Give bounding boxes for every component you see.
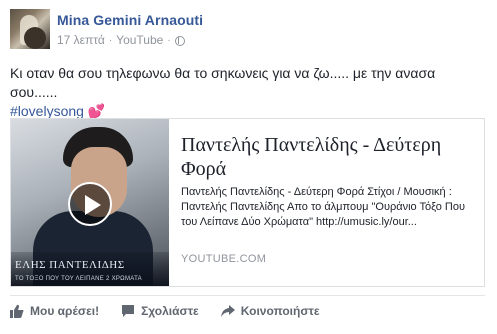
divider	[10, 295, 485, 296]
card-description: Παντελής Παντελίδης - Δεύτερη Φορά Στίχο…	[181, 186, 466, 228]
comment-button[interactable]: Σχολιάστε	[121, 304, 199, 318]
card-title[interactable]: Παντελής Παντελίδης - Δεύτερη Φορά	[181, 133, 471, 181]
share-icon	[220, 304, 235, 318]
post-text: Κι οταν θα σου τηλεφωνω θα το σηκωνεις γ…	[10, 64, 480, 121]
heart-emoji: 💕	[87, 103, 106, 119]
post-time[interactable]: 17 λεπτά	[57, 33, 105, 47]
card-domain: YOUTUBE.COM	[181, 253, 267, 265]
thumbnail-subcaption: ΤΟ ΤΟΞΟ ΠΟΥ ΤΟΥ ΛΕΙΠΑΝΕ 2 ΧΡΩΜΑΤΑ	[15, 276, 142, 282]
author-avatar[interactable]	[10, 9, 50, 49]
share-label: Κοινοποιήστε	[240, 304, 320, 318]
like-button[interactable]: Μου αρέσει!	[10, 304, 99, 318]
comment-icon	[121, 304, 135, 318]
like-label: Μου αρέσει!	[30, 304, 100, 318]
play-icon[interactable]	[68, 182, 112, 226]
thumbnail-caption: ΕΛΗΣ ΠΑΝΤΕΛΙΔΗΣ	[15, 259, 125, 271]
share-button[interactable]: Κοινοποιήστε	[220, 304, 320, 318]
comment-label: Σχολιάστε	[141, 304, 199, 318]
link-preview-card[interactable]: ΕΛΗΣ ΠΑΝΤΕΛΙΔΗΣ ΤΟ ΤΟΞΟ ΠΟΥ ΤΟΥ ΛΕΙΠΑΝΕ …	[10, 118, 485, 287]
globe-icon[interactable]	[174, 36, 185, 46]
post-source[interactable]: YouTube	[116, 33, 163, 47]
video-thumbnail[interactable]: ΕΛΗΣ ΠΑΝΤΕΛΙΔΗΣ ΤΟ ΤΟΞΟ ΠΟΥ ΤΟΥ ΛΕΙΠΑΝΕ …	[11, 119, 169, 286]
author-name[interactable]: Mina Gemini Arnaouti	[57, 12, 203, 28]
post-body: Κι οταν θα σου τηλεφωνω θα το σηκωνεις γ…	[10, 65, 436, 100]
action-bar: Μου αρέσει! Σχολιάστε Κοινοποιήστε	[10, 304, 320, 318]
like-icon	[10, 304, 24, 318]
hashtag-link[interactable]: #lovelysong	[10, 103, 84, 119]
post-meta: 17 λεπτά · YouTube ·	[57, 33, 185, 47]
